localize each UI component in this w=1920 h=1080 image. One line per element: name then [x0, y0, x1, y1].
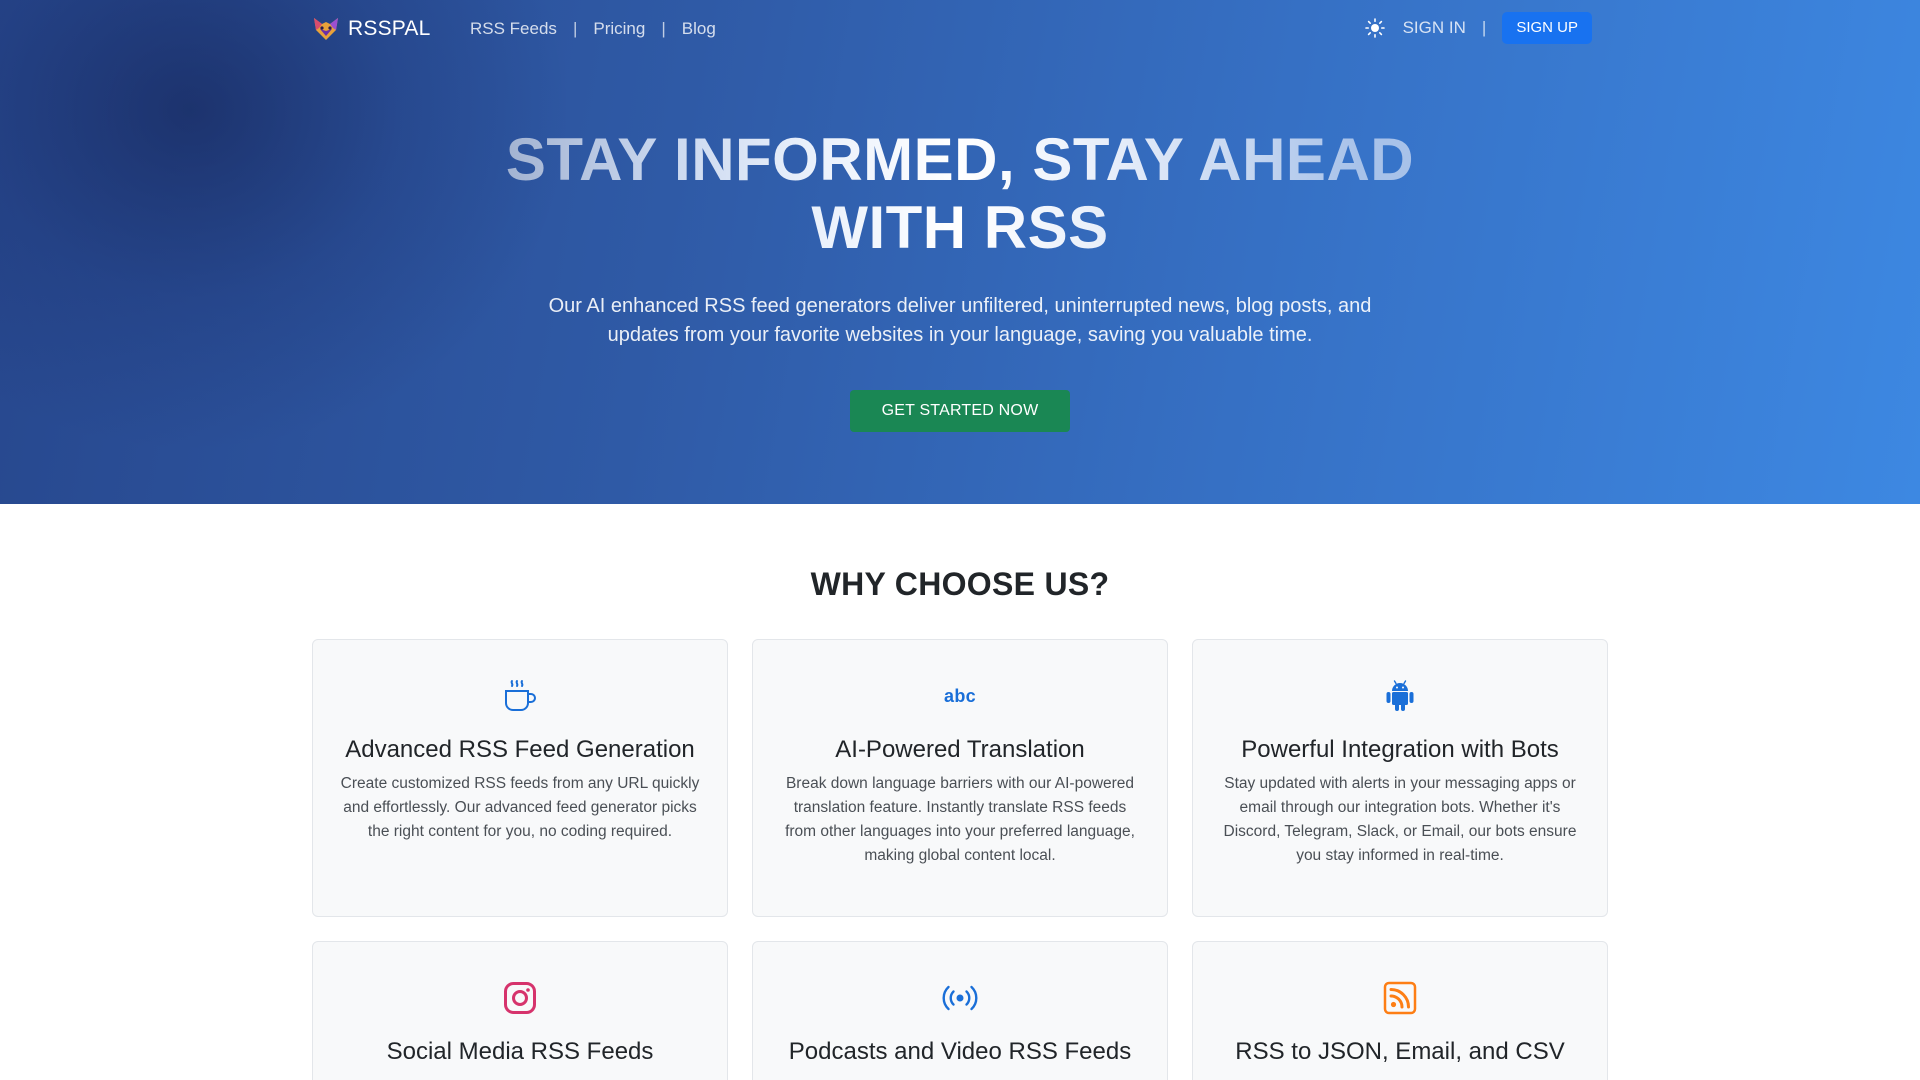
feature-card-title: Podcasts and Video RSS Feeds [788, 1038, 1132, 1065]
feature-card-text: Stay updated with alerts in your messagi… [1223, 775, 1577, 864]
nav-link-pricing[interactable]: Pricing [593, 19, 645, 39]
feature-card-title: RSS to JSON, Email, and CSV [1235, 1038, 1565, 1065]
nav-separator: | [661, 19, 666, 38]
feature-card-title: Social Media RSS Feeds [386, 1038, 654, 1065]
feature-card: RSS to JSON, Email, and CSV [1192, 941, 1608, 1080]
abc-icon: abc [942, 678, 978, 714]
sign-up-button[interactable]: SIGN UP [1502, 12, 1592, 44]
rss-icon [1382, 980, 1418, 1016]
features-title: WHY CHOOSE US? [810, 566, 1110, 602]
brand-name: RSSPAL [348, 17, 431, 40]
nav-separator: | [1481, 18, 1487, 37]
nav-link-rss-feeds[interactable]: RSS Feeds [470, 19, 557, 39]
feature-card: abc AI-Powered Translation Break down la… [752, 639, 1168, 917]
feature-card-text: Create customized RSS feeds from any URL… [340, 775, 700, 840]
get-started-button[interactable]: GET STARTED NOW [850, 390, 1070, 432]
feature-card-text: Break down language barriers with our AI… [785, 775, 1135, 864]
nav-link-blog[interactable]: Blog [682, 19, 716, 39]
feature-card-title: Advanced RSS Feed Generation [345, 736, 695, 763]
hero-title-line-1: STAY INFORMED, STAY AHEAD [505, 126, 1415, 193]
instagram-icon [502, 980, 538, 1016]
coffee-cup-icon [502, 678, 538, 714]
feature-card-title: AI-Powered Translation [835, 736, 1085, 763]
feature-card: Podcasts and Video RSS Feeds [752, 941, 1168, 1080]
abc-icon-text: abc [944, 685, 976, 706]
theme-toggle-sun-icon[interactable] [1364, 18, 1385, 38]
sign-in-link[interactable]: SIGN IN [1403, 18, 1466, 38]
hero-section: RSSPAL RSS Feeds | Pricing | Blog SIGN I… [0, 0, 1920, 504]
hero-title-line-2: WITH RSS [811, 194, 1109, 261]
feature-card-title: Powerful Integration with Bots [1241, 736, 1559, 763]
feature-card: Social Media RSS Feeds [312, 941, 728, 1080]
auth-nav: SIGN IN | SIGN UP [1364, 12, 1592, 44]
hero-subtitle: Our AI enhanced RSS feed generators deli… [548, 295, 1372, 346]
fox-logo-icon [314, 18, 338, 40]
feature-card: Powerful Integration with Bots Stay upda… [1192, 639, 1608, 917]
hero-title: STAY INFORMED, STAY AHEAD WITH RSS [460, 126, 1460, 262]
main-nav-links: RSS Feeds | Pricing | Blog [470, 19, 716, 39]
android-icon [1382, 678, 1418, 714]
brand-logo-link[interactable]: RSSPAL [312, 16, 431, 42]
nav-separator: | [572, 19, 578, 38]
feature-card: Advanced RSS Feed Generation Create cust… [312, 639, 728, 917]
broadcast-icon [942, 980, 978, 1016]
top-navbar: RSSPAL RSS Feeds | Pricing | Blog SIGN I… [312, 12, 1592, 46]
